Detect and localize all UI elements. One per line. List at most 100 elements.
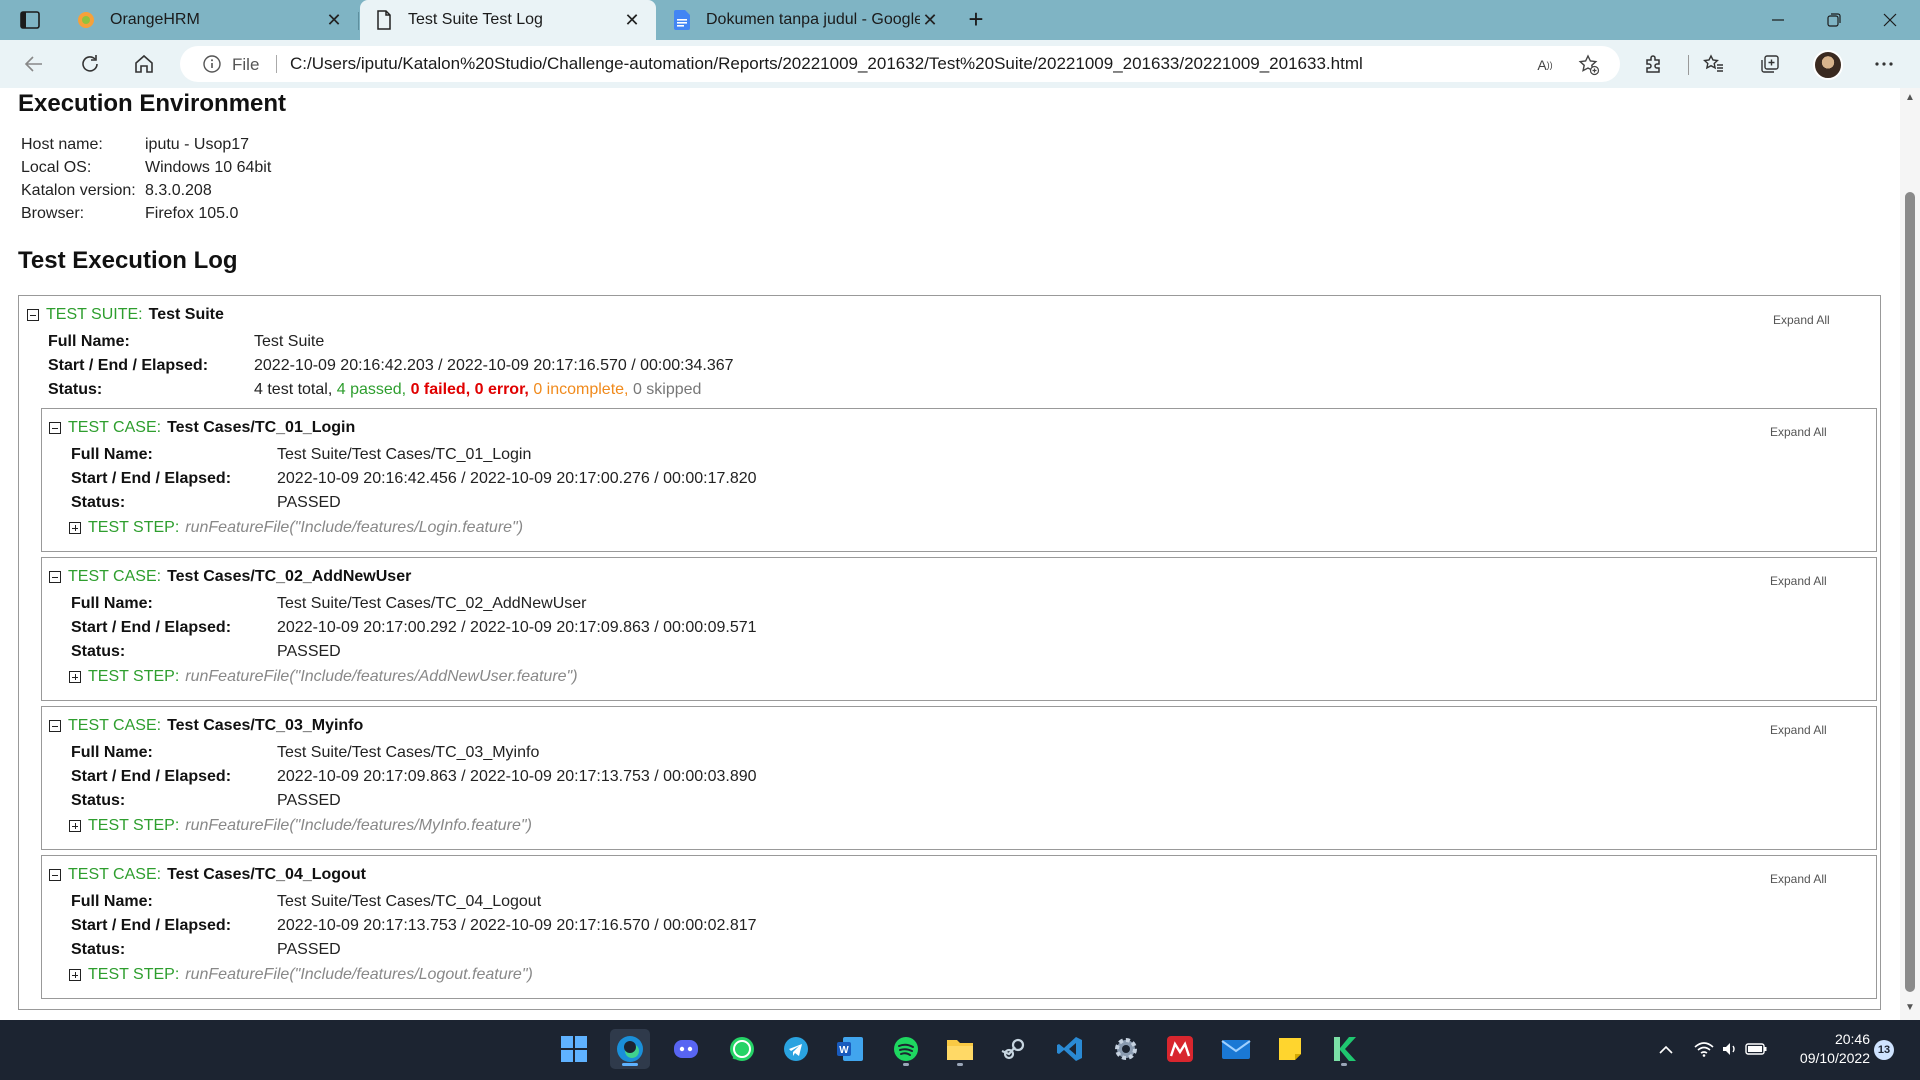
start-icon[interactable] <box>554 1029 594 1069</box>
chevron-up-icon[interactable] <box>1654 1042 1678 1058</box>
page-scrollbar[interactable]: ▲ ▼ <box>1900 88 1920 1020</box>
case-full-name-row: Full Name: Test Suite/Test Cases/TC_04_L… <box>71 890 541 914</box>
scrollbar-thumb[interactable] <box>1905 192 1915 992</box>
collapse-icon[interactable] <box>49 571 61 583</box>
tab-strip: OrangeHRM ✕ Test Suite Test Log ✕ Dokume… <box>0 0 1920 40</box>
address-bar[interactable]: File C:/Users/iputu/Katalon%20Studio/Cha… <box>180 46 1620 82</box>
close-tab-icon[interactable]: ✕ <box>920 10 940 30</box>
field-label: Full Name: <box>71 893 153 910</box>
collapse-icon[interactable] <box>49 720 61 732</box>
more-menu-icon[interactable] <box>1870 50 1898 78</box>
case-time-row: Start / End / Elapsed: 2022-10-09 20:17:… <box>71 765 757 789</box>
browser-toolbar: File C:/Users/iputu/Katalon%20Studio/Cha… <box>0 40 1920 88</box>
word-icon[interactable]: W <box>830 1029 870 1069</box>
back-icon[interactable] <box>20 50 48 78</box>
home-icon[interactable] <box>130 50 158 78</box>
field-label: Status: <box>71 941 126 958</box>
case-full-name-row: Full Name: Test Suite/Test Cases/TC_02_A… <box>71 592 586 616</box>
close-tab-icon[interactable]: ✕ <box>622 10 642 30</box>
minimize-button[interactable] <box>1750 0 1806 40</box>
step-text: runFeatureFile("Include/features/Login.f… <box>185 519 524 536</box>
execution-log: TEST SUITE: Test Suite Expand All Full N… <box>18 295 1881 1010</box>
collapse-icon[interactable] <box>27 309 39 321</box>
case-status-row: Status: PASSED <box>71 938 341 962</box>
sticky-notes-icon[interactable] <box>1270 1029 1310 1069</box>
edge-icon[interactable] <box>610 1029 650 1069</box>
scroll-down-arrow-icon[interactable]: ▼ <box>1905 1002 1915 1013</box>
telegram-icon[interactable] <box>776 1029 816 1069</box>
collapse-icon[interactable] <box>49 869 61 881</box>
step-label: TEST STEP: <box>88 966 180 983</box>
step-label: TEST STEP: <box>88 817 180 834</box>
extensions-icon[interactable] <box>1640 50 1668 78</box>
svg-text:W: W <box>839 1045 849 1056</box>
tab-title: OrangeHRM <box>110 11 200 28</box>
battery-icon[interactable] <box>1742 1042 1770 1059</box>
status-skipped: 0 skipped <box>632 381 702 398</box>
field-value: Test Suite/Test Cases/TC_04_Logout <box>277 893 542 910</box>
close-window-button[interactable] <box>1862 0 1918 40</box>
expand-icon[interactable] <box>69 522 81 534</box>
wifi-icon[interactable] <box>1690 1041 1718 1060</box>
status-badge: PASSED <box>277 494 341 511</box>
env-row: Browser: Firefox 105.0 <box>21 205 271 228</box>
tab-divider <box>358 12 359 30</box>
tab-actions-icon[interactable] <box>18 8 42 32</box>
collections-icon[interactable] <box>1756 50 1784 78</box>
tab-google-docs[interactable]: Dokumen tanpa judul - Google D ✕ <box>658 0 954 40</box>
tab-orangehrm[interactable]: OrangeHRM ✕ <box>62 0 358 40</box>
refresh-icon[interactable] <box>76 50 104 78</box>
katalon-icon[interactable] <box>1324 1029 1364 1069</box>
field-label: Status: <box>71 643 126 660</box>
notification-badge[interactable]: 13 <box>1874 1040 1894 1060</box>
url-text[interactable]: C:/Users/iputu/Katalon%20Studio/Challeng… <box>290 54 1363 74</box>
restore-button[interactable] <box>1806 0 1862 40</box>
profile-avatar[interactable] <box>1813 50 1843 80</box>
field-label: Full Name: <box>71 744 153 761</box>
expand-icon[interactable] <box>69 820 81 832</box>
expand-all-link[interactable]: Expand All <box>1770 574 1827 588</box>
test-case-block: TEST CASE: Test Cases/TC_04_Logout Expan… <box>41 855 1877 999</box>
volume-icon[interactable] <box>1718 1041 1742 1060</box>
status-failed: 0 failed, <box>410 381 471 398</box>
collapse-icon[interactable] <box>49 422 61 434</box>
new-tab-button[interactable]: + <box>962 6 990 34</box>
case-header: TEST CASE: Test Cases/TC_01_Login <box>49 419 355 437</box>
mendeley-icon[interactable] <box>1160 1029 1200 1069</box>
expand-all-link[interactable]: Expand All <box>1770 425 1827 439</box>
case-time-row: Start / End / Elapsed: 2022-10-09 20:17:… <box>71 616 757 640</box>
case-status-row: Status: PASSED <box>71 640 341 664</box>
scroll-up-arrow-icon[interactable]: ▲ <box>1905 92 1915 103</box>
expand-icon[interactable] <box>69 671 81 683</box>
settings-icon[interactable] <box>1106 1029 1146 1069</box>
discord-icon[interactable] <box>666 1029 706 1069</box>
favorites-icon[interactable] <box>1700 50 1728 78</box>
field-label: Start / End / Elapsed: <box>71 917 232 934</box>
expand-all-link[interactable]: Expand All <box>1770 723 1827 737</box>
field-value: 2022-10-09 20:16:42.203 / 2022-10-09 20:… <box>254 357 734 374</box>
field-value: 2022-10-09 20:17:00.292 / 2022-10-09 20:… <box>277 619 757 636</box>
mail-icon[interactable] <box>1216 1029 1256 1069</box>
info-icon[interactable] <box>202 54 222 74</box>
expand-all-link[interactable]: Expand All <box>1773 313 1830 327</box>
suite-name: Test Suite <box>148 306 224 323</box>
file-explorer-icon[interactable] <box>940 1029 980 1069</box>
add-favorite-icon[interactable] <box>1578 54 1600 76</box>
expand-all-link[interactable]: Expand All <box>1770 872 1827 886</box>
field-value: 2022-10-09 20:17:13.753 / 2022-10-09 20:… <box>277 917 757 934</box>
taskbar-clock[interactable]: 20:46 09/10/2022 <box>1790 1030 1870 1068</box>
spotify-icon[interactable] <box>886 1029 926 1069</box>
close-tab-icon[interactable]: ✕ <box>324 10 344 30</box>
test-case-block: TEST CASE: Test Cases/TC_01_Login Expand… <box>41 408 1877 552</box>
whatsapp-icon[interactable] <box>722 1029 762 1069</box>
expand-icon[interactable] <box>69 969 81 981</box>
case-label: TEST CASE: <box>68 717 162 734</box>
env-row: Katalon version: 8.3.0.208 <box>21 182 271 205</box>
suite-status-summary: 4 test total, 4 passed, 0 failed, 0 erro… <box>254 381 701 399</box>
vscode-icon[interactable] <box>1050 1029 1090 1069</box>
suite-full-name-row: Full Name: Test Suite <box>48 330 324 354</box>
tab-test-suite-log[interactable]: Test Suite Test Log ✕ <box>360 0 656 40</box>
steam-icon[interactable] <box>994 1029 1034 1069</box>
read-aloud-icon[interactable]: A)) <box>1534 54 1556 76</box>
clock-time: 20:46 <box>1834 1031 1870 1047</box>
